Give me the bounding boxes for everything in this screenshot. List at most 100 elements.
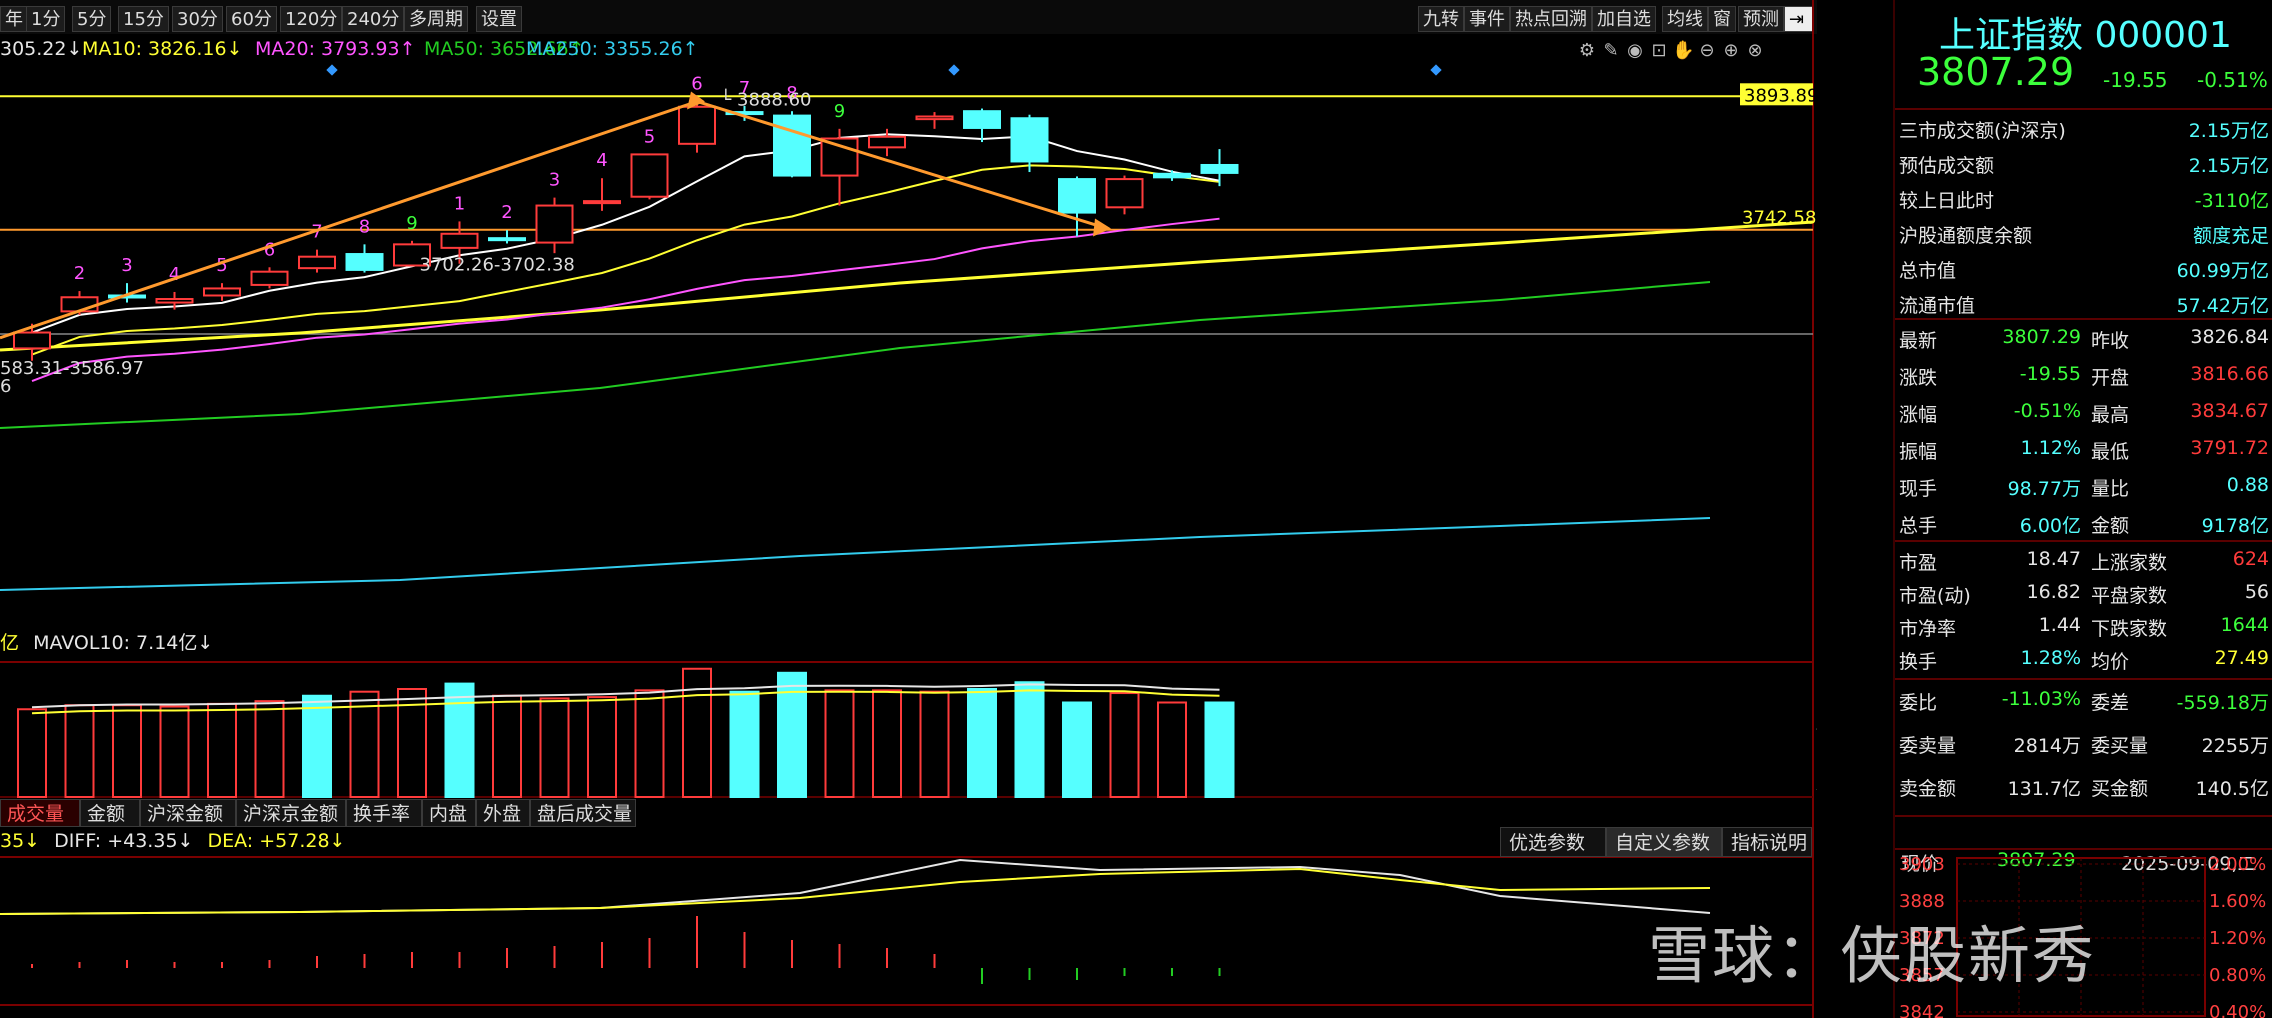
- macd-tab-1[interactable]: 自定义参数: [1606, 827, 1722, 857]
- order-value: 131.7亿: [2007, 778, 2081, 800]
- quote-row: 总手 6.00亿 金额 9178亿: [1899, 505, 2269, 539]
- order-row: 委比 -11.03% 委差 -559.18万: [1899, 682, 2269, 716]
- candle-body: [203, 287, 241, 297]
- quote-label-2: 昨收: [2091, 330, 2130, 352]
- row-label: 较上日此时: [1899, 190, 1995, 212]
- nine-turn-number: 6: [691, 73, 702, 94]
- stats-row: 市盈(动) 16.82 平盘家数 56: [1899, 575, 2269, 609]
- candlestick-chart[interactable]: 392437853644350533643893.893742.58234567…: [0, 0, 1817, 1018]
- quote-label: 涨跌: [1899, 367, 1938, 389]
- macd-tab-0[interactable]: 优选参数: [1500, 827, 1606, 857]
- ma250-line: [0, 517, 1711, 591]
- draw-pen-icon[interactable]: ✎: [1600, 40, 1622, 62]
- stats-label-2: 均价: [2091, 651, 2130, 673]
- hand-icon[interactable]: ✋: [1672, 40, 1694, 62]
- volume-bar: [824, 689, 855, 798]
- plus-icon[interactable]: ⊕: [1720, 40, 1742, 62]
- ma50-line: [0, 281, 1711, 429]
- mavol10-legend: MAVOL10: 7.14亿↓: [33, 632, 214, 654]
- lock-icon[interactable]: ⊡: [1648, 40, 1670, 62]
- order-row: 委卖量 2814万 委买量 2255万: [1899, 725, 2269, 759]
- candle-body: [13, 331, 51, 350]
- order-value: 2814万: [2013, 735, 2081, 757]
- close-icon[interactable]: ⊗: [1744, 40, 1766, 62]
- candle-body: [440, 232, 479, 249]
- indicator-tab-2[interactable]: 沪深金额: [140, 799, 236, 827]
- stats-value-2: 27.49: [2214, 647, 2269, 669]
- nine-turn-number: 4: [169, 264, 180, 285]
- quote-value: 98.77万: [2007, 478, 2081, 500]
- candle-body: [1010, 117, 1049, 163]
- quote-label-2: 开盘: [2091, 367, 2130, 389]
- quote-value-2: 9178亿: [2201, 515, 2269, 537]
- candle-body: [1200, 163, 1239, 174]
- row-label: 流通市值: [1899, 295, 1976, 317]
- quote-row: 振幅 1.12% 最低 3791.72: [1899, 431, 2269, 465]
- candle-body: [678, 105, 716, 145]
- indicator-tab-7[interactable]: 盘后成交量: [530, 799, 636, 827]
- volume-bar: [159, 705, 190, 798]
- candle-body: [963, 110, 1001, 129]
- row-value: 2.15万亿: [2188, 120, 2269, 142]
- candle-body: [773, 114, 811, 177]
- mini-left-tick: 3842: [1899, 1002, 1945, 1018]
- stats-label: 市盈(动): [1899, 585, 1971, 607]
- candle-body: [60, 296, 99, 313]
- row-value: 57.42万亿: [2176, 295, 2269, 317]
- quote-label-2: 最低: [2091, 441, 2130, 463]
- volume-bar: [967, 688, 997, 798]
- stats-value: 1.44: [2038, 614, 2081, 636]
- stats-value: 18.47: [2026, 548, 2081, 570]
- indicator-tab-3[interactable]: 沪深京金额: [236, 799, 346, 827]
- quote-row: 涨跌 -19.55 开盘 3816.66: [1899, 357, 2269, 391]
- indicator-tab-4[interactable]: 换手率: [346, 799, 422, 827]
- dea-line: [0, 867, 1711, 915]
- volume-bar: [1062, 701, 1092, 798]
- volume-bar: [112, 704, 142, 799]
- candle-body: [1105, 178, 1144, 209]
- low-annotation: 583.31-3586.97: [0, 358, 144, 379]
- quote-value-2: 3826.84: [2190, 326, 2269, 348]
- settings-gear-icon[interactable]: ⚙: [1576, 40, 1598, 62]
- nine-turn-number: 5: [216, 255, 227, 276]
- candle-body: [915, 115, 954, 121]
- quote-label: 振幅: [1899, 441, 1938, 463]
- quote-value-2: 3816.66: [2190, 363, 2269, 385]
- order-label: 委比: [1899, 692, 1938, 714]
- order-label: 委卖量: [1899, 735, 1957, 757]
- eye-icon[interactable]: ◉: [1624, 40, 1646, 62]
- volume-prefix: 亿: [0, 632, 20, 654]
- volume-bar: [302, 694, 332, 798]
- volume-bar: [587, 696, 617, 798]
- mini-right-tick: 0.40%: [2209, 1002, 2266, 1018]
- indicator-tab-1[interactable]: 金额: [80, 799, 140, 827]
- stats-row: 市净率 1.44 下跌家数 1644: [1899, 608, 2269, 642]
- indicator-tab-0[interactable]: 成交量: [0, 799, 80, 827]
- volume-legend: 亿 MAVOL10: 7.14亿↓: [0, 628, 213, 655]
- stats-label: 市盈: [1899, 552, 1938, 574]
- ma20-line: [31, 217, 1220, 382]
- diff-line: [0, 858, 1711, 915]
- quote-label: 总手: [1899, 515, 1938, 537]
- stats-label-2: 下跌家数: [2091, 618, 2168, 640]
- quote-row: 现手 98.77万 量比 0.88: [1899, 468, 2269, 502]
- order-label-2: 委买量: [2091, 735, 2149, 757]
- macd-tab-2[interactable]: 指标说明: [1722, 827, 1812, 857]
- index-change: -19.55: [2103, 68, 2168, 92]
- minus-icon[interactable]: ⊖: [1696, 40, 1718, 62]
- volume-bar: [729, 690, 760, 799]
- row-label: 总市值: [1899, 260, 1957, 282]
- order-value-2: 2255万: [2201, 735, 2269, 757]
- stats-value: 16.82: [2026, 581, 2081, 603]
- indicator-tab-6[interactable]: 外盘: [476, 799, 530, 827]
- volume-bar: [254, 700, 285, 799]
- nine-turn-number: 2: [501, 202, 512, 223]
- stats-value-2: 56: [2244, 581, 2269, 603]
- indicator-tab-5[interactable]: 内盘: [422, 799, 476, 827]
- low-digit: 6: [0, 376, 11, 397]
- volume-bar: [634, 689, 665, 798]
- nine-turn-number: 6: [264, 239, 275, 260]
- row-value: 2.15万亿: [2188, 155, 2269, 177]
- nine-turn-number: 3: [121, 255, 132, 276]
- quote-row: 最新 3807.29 昨收 3826.84: [1899, 320, 2269, 354]
